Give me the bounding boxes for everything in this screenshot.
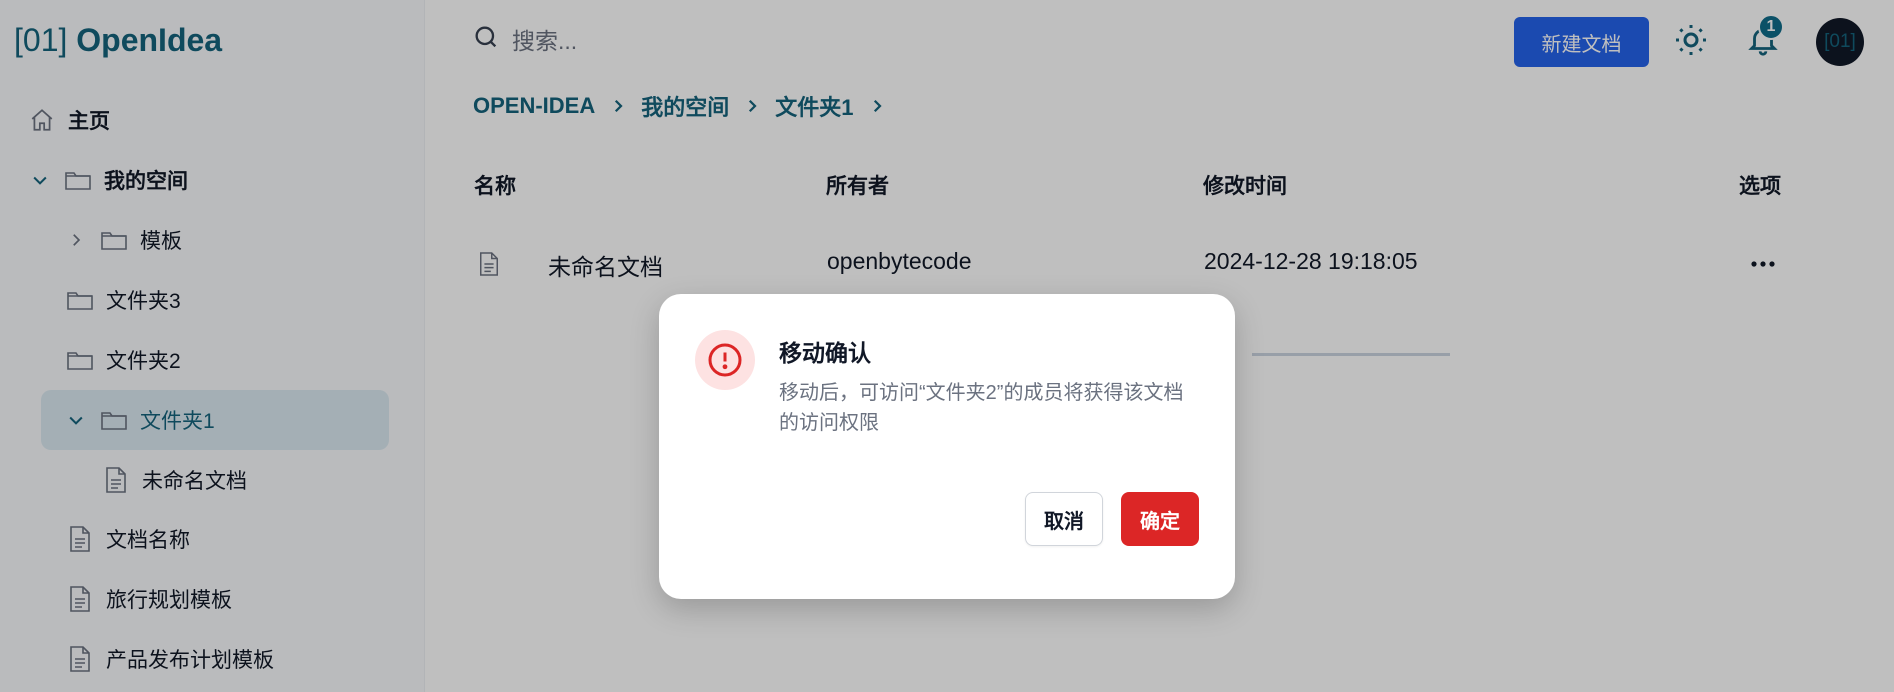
move-confirm-dialog: 移动确认 移动后，可访问“文件夹2”的成员将获得该文档的访问权限 取消 确定 — [659, 294, 1235, 599]
cancel-button[interactable]: 取消 — [1025, 492, 1103, 546]
confirm-button[interactable]: 确定 — [1121, 492, 1199, 546]
alert-icon — [695, 330, 755, 390]
dialog-description: 移动后，可访问“文件夹2”的成员将获得该文档的访问权限 — [779, 382, 1184, 434]
dialog-title: 移动确认 — [779, 340, 871, 366]
